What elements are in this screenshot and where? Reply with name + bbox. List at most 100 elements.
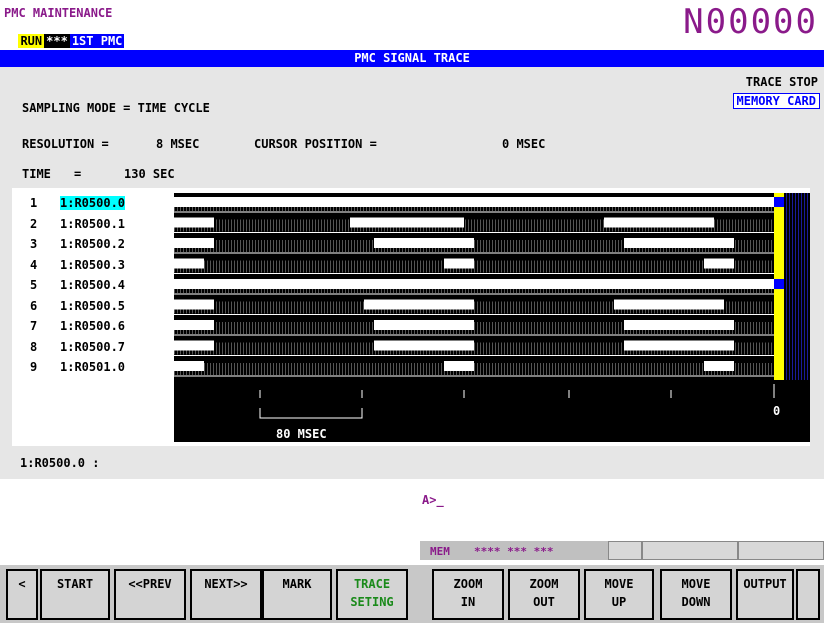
trace-grid-dot: [549, 219, 550, 232]
softkey-move-up[interactable]: MOVE UP: [584, 569, 654, 620]
trace-high-segment: [704, 258, 734, 269]
trace-grid-dot: [252, 301, 253, 314]
softkey-output[interactable]: OUTPUT: [736, 569, 794, 620]
trace-grid-dot: [474, 301, 475, 314]
softkey-right[interactable]: [796, 569, 820, 620]
signal-address[interactable]: 1:R0500.1: [60, 217, 125, 231]
signal-address[interactable]: 1:R0500.3: [60, 258, 125, 272]
softkey-next[interactable]: NEXT>>: [190, 569, 262, 620]
trace-grid-dot: [429, 260, 430, 273]
trace-grid-dot: [552, 260, 553, 273]
trace-grid-dot: [372, 363, 373, 375]
trace-grid-dot: [534, 342, 535, 355]
softkey-zoom-out[interactable]: ZOOM OUT: [508, 569, 580, 620]
trace-grid-dot: [345, 240, 346, 252]
trace-grid-dot: [222, 301, 223, 314]
trace-grid-dot: [321, 301, 322, 314]
key-input-line[interactable]: [420, 491, 824, 509]
trace-grid-dot: [237, 260, 238, 273]
trace-grid-dot: [522, 322, 523, 334]
trace-grid-dot: [318, 240, 319, 252]
signal-address[interactable]: 1:R0500.5: [60, 299, 125, 313]
signal-address[interactable]: 1:R0500.7: [60, 340, 125, 354]
signal-address[interactable]: 1:R0500.6: [60, 319, 125, 333]
trace-grid-dot: [765, 301, 766, 314]
softkey-prev[interactable]: <<PREV: [114, 569, 186, 620]
softkey-trace-setting[interactable]: TRACE SETING: [336, 569, 408, 620]
trace-grid-dot: [264, 342, 265, 355]
softkey-start[interactable]: START: [40, 569, 110, 620]
trace-grid-dot: [270, 260, 271, 273]
trace-grid-dot: [558, 240, 559, 252]
trace-grid-dot: [687, 260, 688, 273]
trace-grid-dot: [609, 342, 610, 355]
trace-high-segment: [174, 340, 214, 351]
trace-grid-dot: [561, 322, 562, 334]
trace-grid-dot: [300, 342, 301, 355]
softkey-mark[interactable]: MARK: [262, 569, 332, 620]
trace-grid-dot: [570, 363, 571, 375]
trace-grid-dot: [279, 363, 280, 375]
trace-grid-dot: [351, 322, 352, 334]
trace-grid-dot: [525, 363, 526, 375]
trace-grid-dot: [564, 260, 565, 273]
trace-grid-dot: [696, 363, 697, 375]
trace-grid-dot: [522, 363, 523, 375]
trace-grid-dot: [345, 260, 346, 273]
trace-grid-dot: [519, 363, 520, 375]
signal-address[interactable]: 1:R0500.2: [60, 237, 125, 251]
trace-grid-dot: [525, 322, 526, 334]
trace-grid-dot: [360, 322, 361, 334]
trace-grid-dot: [522, 260, 523, 273]
trace-grid-dot: [378, 363, 379, 375]
softkey-left-arrow[interactable]: <: [6, 569, 38, 620]
trace-grid-dot: [285, 260, 286, 273]
trace-grid-dot: [495, 322, 496, 334]
trace-grid-dot: [222, 219, 223, 232]
trace-grid-dot: [474, 260, 475, 273]
trace-grid-dot: [507, 363, 508, 375]
trace-grid-dot: [564, 342, 565, 355]
trace-grid-dot: [522, 301, 523, 314]
trace-grid-dot: [534, 363, 535, 375]
trace-grid-dot: [591, 342, 592, 355]
trace-grid-dot: [588, 363, 589, 375]
trace-grid-dot: [600, 301, 601, 314]
trace-grid-dot: [255, 260, 256, 273]
trace-grid-dot: [771, 219, 772, 232]
trace-grid-dot: [480, 322, 481, 334]
trace-grid-dot: [537, 322, 538, 334]
trace-grid-dot: [501, 301, 502, 314]
trace-high-segment: [624, 340, 734, 351]
cursor-position-value: 0 MSEC: [502, 137, 546, 151]
trace-grid-dot: [606, 363, 607, 375]
trace-future-area: [792, 193, 793, 380]
trace-grid-dot: [477, 219, 478, 232]
softkey-move-down[interactable]: MOVE DOWN: [660, 569, 732, 620]
trace-grid-dot: [507, 342, 508, 355]
trace-grid-dot: [618, 363, 619, 375]
signal-address[interactable]: 1:R0500.0: [60, 196, 126, 210]
trace-grid-dot: [348, 219, 349, 232]
trace-grid-dot: [252, 363, 253, 375]
trace-grid-dot: [600, 322, 601, 334]
trace-grid-dot: [543, 342, 544, 355]
trace-grid-dot: [573, 301, 574, 314]
trace-grid-dot: [555, 260, 556, 273]
trace-grid-dot: [558, 301, 559, 314]
trace-grid-dot: [222, 363, 223, 375]
trace-grid-dot: [756, 322, 757, 334]
trace-grid-dot: [303, 260, 304, 273]
trace-grid-dot: [333, 240, 334, 252]
trace-grid-dot: [534, 240, 535, 252]
trace-high-segment: [174, 320, 214, 330]
trace-grid-dot: [504, 322, 505, 334]
trace-grid-dot: [282, 260, 283, 273]
signal-address[interactable]: 1:R0500.4: [60, 278, 125, 292]
signal-address[interactable]: 1:R0501.0: [60, 360, 125, 374]
trace-waveform-plot[interactable]: [174, 193, 810, 380]
trace-grid-dot: [507, 260, 508, 273]
softkey-zoom-in[interactable]: ZOOM IN: [432, 569, 504, 620]
trace-grid-dot: [591, 322, 592, 334]
trace-grid-dot: [246, 219, 247, 232]
